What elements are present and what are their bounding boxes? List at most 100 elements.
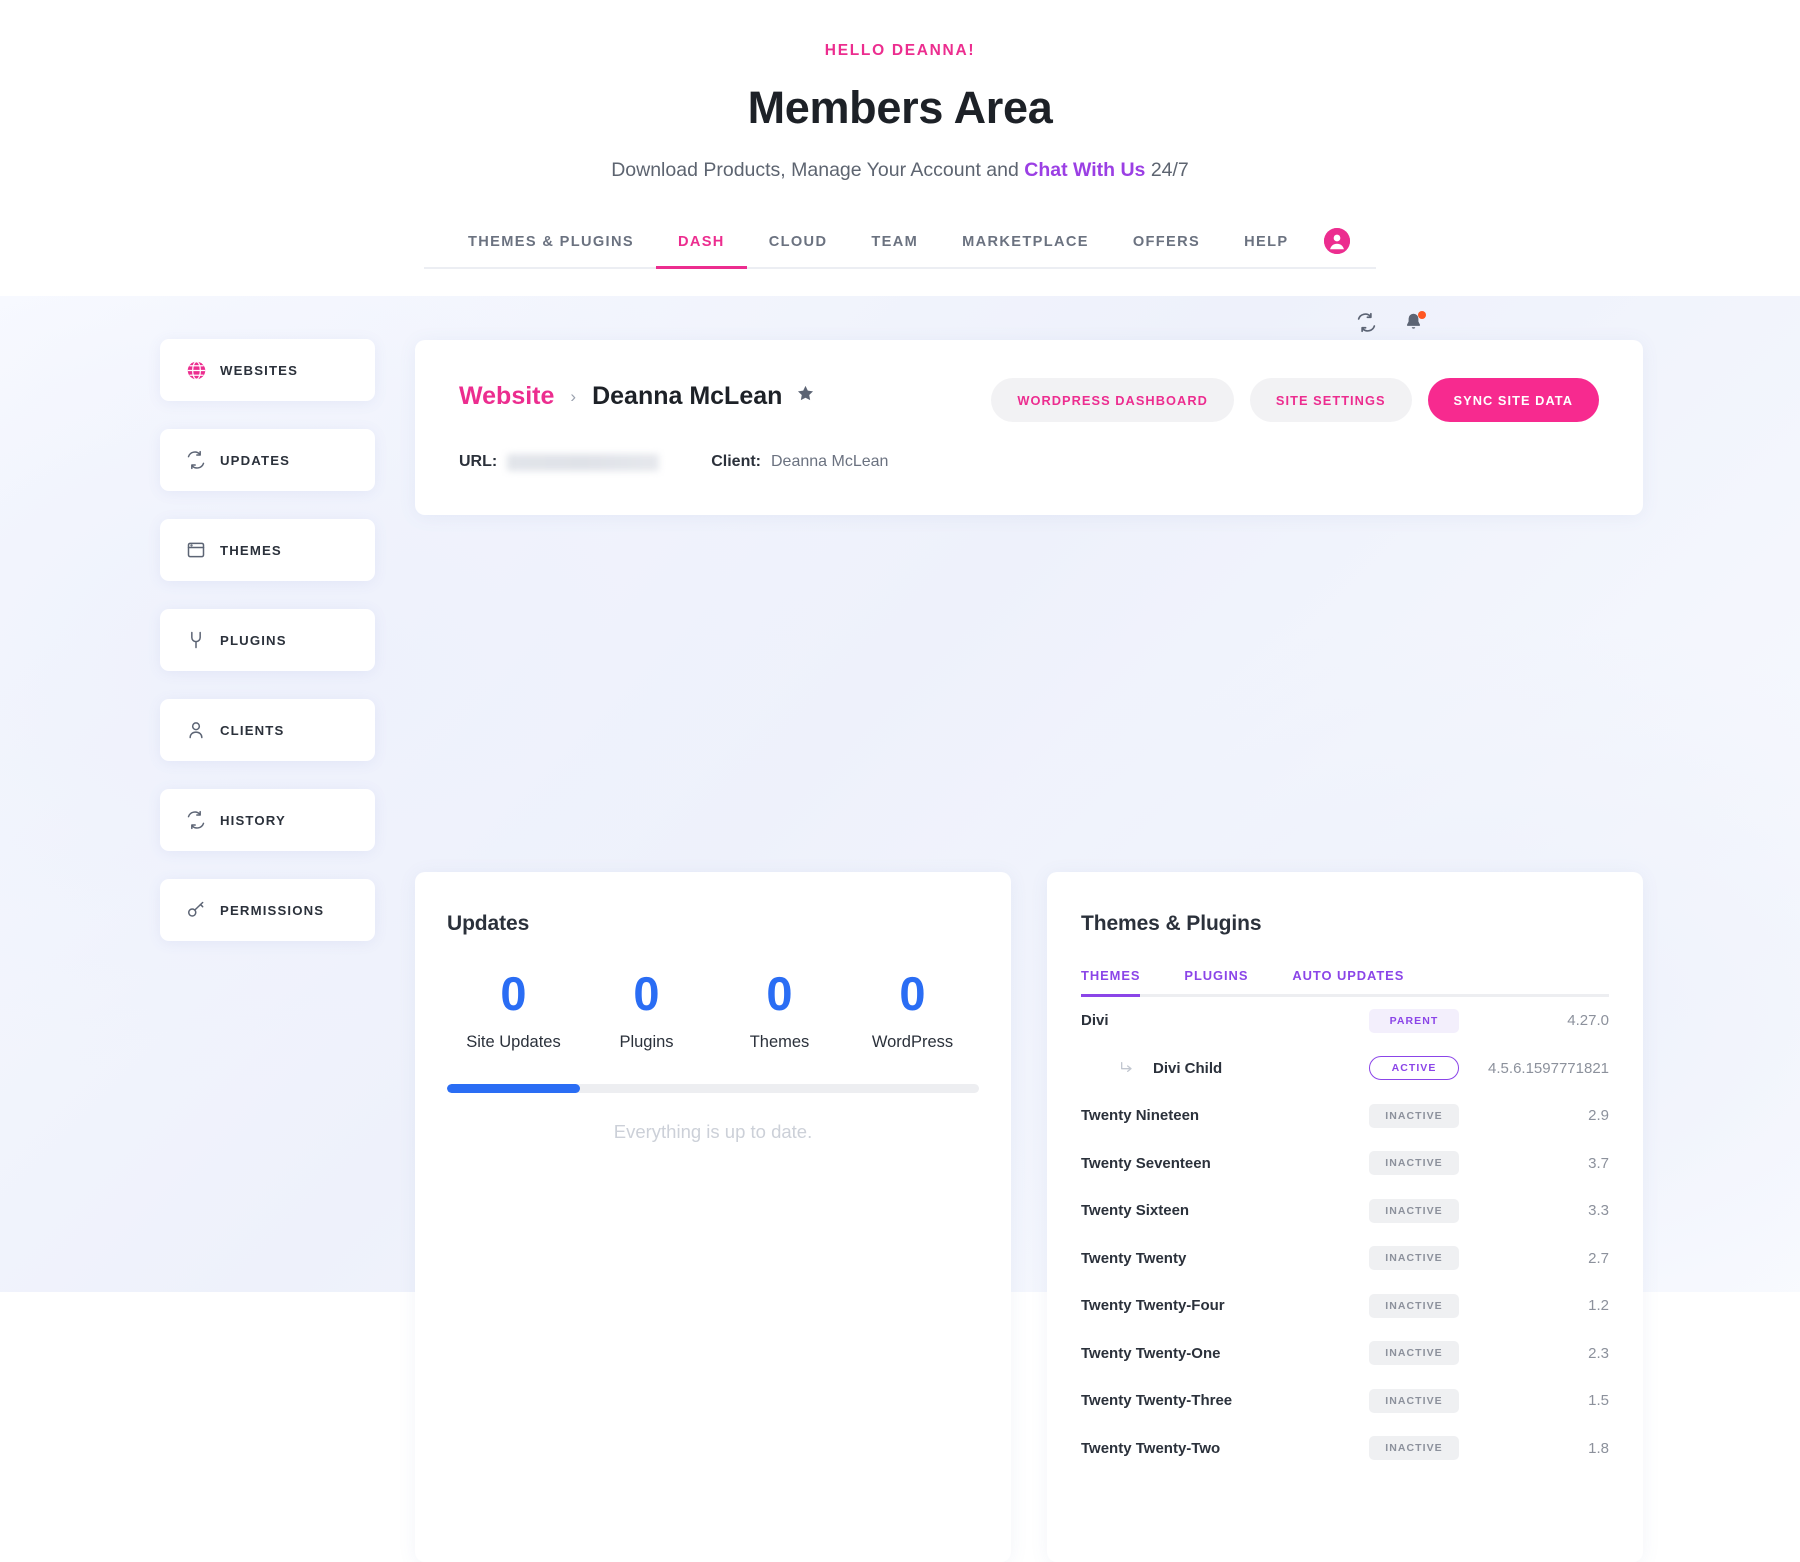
- globe-icon: [186, 360, 220, 381]
- sidebar-item-clients[interactable]: CLIENTS: [160, 699, 375, 761]
- tab-themes[interactable]: THEMES: [1081, 968, 1162, 994]
- theme-row[interactable]: Twenty Twenty-OneINACTIVE2.3: [1081, 1330, 1609, 1378]
- nav-tab-dash[interactable]: DASH: [656, 234, 747, 267]
- status-badge: INACTIVE: [1369, 1294, 1459, 1318]
- wordpress-dashboard-button[interactable]: WORDPRESS DASHBOARD: [991, 378, 1234, 422]
- dashboard-area: WEBSITESUPDATESTHEMESPLUGINSCLIENTSHISTO…: [0, 296, 1800, 1292]
- theme-row[interactable]: DiviPARENT4.27.0: [1081, 997, 1609, 1045]
- theme-row[interactable]: Twenty Twenty-TwoINACTIVE1.8: [1081, 1425, 1609, 1473]
- nav-tab-cloud[interactable]: CLOUD: [747, 234, 850, 267]
- theme-version: 3.7: [1459, 1155, 1609, 1172]
- theme-version: 4.5.6.1597771821: [1459, 1060, 1609, 1077]
- update-stat: 0Site Updates: [447, 970, 580, 1052]
- status-badge: INACTIVE: [1369, 1246, 1459, 1270]
- themes-tab-list: THEMESPLUGINSAUTO UPDATES: [1081, 968, 1609, 997]
- theme-name: Twenty Sixteen: [1081, 1202, 1189, 1219]
- page-title: Members Area: [0, 82, 1800, 134]
- update-stat-label: Plugins: [580, 1033, 713, 1052]
- update-stat: 0WordPress: [846, 970, 979, 1052]
- update-stat-value: 0: [447, 970, 580, 1017]
- updates-card: Updates 0Site Updates0Plugins0Themes0Wor…: [415, 872, 1011, 1562]
- sidebar-item-label: PERMISSIONS: [220, 903, 324, 918]
- window-icon: [186, 540, 220, 560]
- star-icon[interactable]: [796, 384, 815, 409]
- nav-tab-marketplace[interactable]: MARKETPLACE: [940, 234, 1111, 267]
- account-circle-icon[interactable]: [1324, 228, 1350, 254]
- breadcrumb-root-link[interactable]: Website: [459, 382, 554, 411]
- theme-version: 2.9: [1459, 1107, 1609, 1124]
- sidebar-item-plugins[interactable]: PLUGINS: [160, 609, 375, 671]
- dashboard-toolbar: [1356, 312, 1424, 333]
- page-hero: HELLO DEANNA! Members Area Download Prod…: [0, 0, 1800, 182]
- theme-row[interactable]: Twenty Twenty-ThreeINACTIVE1.5: [1081, 1377, 1609, 1425]
- tab-auto-updates[interactable]: AUTO UPDATES: [1270, 968, 1426, 994]
- theme-name: Twenty Twenty-Three: [1081, 1392, 1232, 1409]
- updates-progress-bar: [447, 1084, 979, 1093]
- theme-name: Twenty Nineteen: [1081, 1107, 1199, 1124]
- child-arrow-icon: [1119, 1060, 1135, 1076]
- sidebar-item-websites[interactable]: WEBSITES: [160, 339, 375, 401]
- tab-plugins[interactable]: PLUGINS: [1162, 968, 1270, 994]
- nav-tab-offers[interactable]: OFFERS: [1111, 234, 1222, 267]
- url-label: URL:: [459, 453, 497, 471]
- status-badge: INACTIVE: [1369, 1151, 1459, 1175]
- theme-row[interactable]: Twenty Twenty-FourINACTIVE1.2: [1081, 1282, 1609, 1330]
- theme-version: 1.8: [1459, 1440, 1609, 1457]
- theme-version: 2.3: [1459, 1345, 1609, 1362]
- theme-row[interactable]: Twenty Seventeen INACTIVE3.7: [1081, 1140, 1609, 1188]
- sidebar-item-label: THEMES: [220, 543, 282, 558]
- theme-name-cell: Twenty Sixteen: [1081, 1202, 1369, 1219]
- update-stat: 0Plugins: [580, 970, 713, 1052]
- sidebar-item-updates[interactable]: UPDATES: [160, 429, 375, 491]
- update-stat-label: WordPress: [846, 1033, 979, 1052]
- nav-tab-themes-plugins[interactable]: THEMES & PLUGINS: [446, 234, 656, 267]
- sidebar-item-label: PLUGINS: [220, 633, 287, 648]
- members-area-page: HELLO DEANNA! Members Area Download Prod…: [0, 0, 1800, 1292]
- theme-name: Divi Child: [1153, 1060, 1222, 1077]
- client-value: Deanna McLean: [771, 453, 888, 471]
- theme-name-cell: Divi: [1081, 1012, 1369, 1029]
- theme-name: Twenty Seventeen: [1081, 1155, 1211, 1172]
- client-label: Client:: [711, 453, 761, 471]
- theme-name: Divi: [1081, 1012, 1109, 1029]
- sync-site-data-button[interactable]: SYNC SITE DATA: [1428, 378, 1599, 422]
- updates-stats-row: 0Site Updates0Plugins0Themes0WordPress: [447, 970, 979, 1052]
- nav-tab-list: THEMES & PLUGINSDASHCLOUDTEAMMARKETPLACE…: [424, 228, 1376, 269]
- sidebar-item-themes[interactable]: THEMES: [160, 519, 375, 581]
- theme-row[interactable]: Divi ChildACTIVE4.5.6.1597771821: [1081, 1045, 1609, 1093]
- sidebar-item-label: HISTORY: [220, 813, 286, 828]
- nav-tab-team[interactable]: TEAM: [849, 234, 940, 267]
- theme-name-cell: Twenty Twenty-Four: [1081, 1297, 1369, 1314]
- refresh-icon[interactable]: [1356, 312, 1377, 333]
- site-header-card: Website › Deanna McLean WORDPRESS DASHBO…: [415, 340, 1643, 515]
- nav-tab-help[interactable]: HELP: [1222, 234, 1310, 267]
- refresh-icon: [186, 810, 220, 830]
- main-navigation: THEMES & PLUGINSDASHCLOUDTEAMMARKETPLACE…: [0, 228, 1800, 269]
- theme-row[interactable]: Twenty TwentyINACTIVE2.7: [1081, 1235, 1609, 1283]
- chat-with-us-link[interactable]: Chat With Us: [1024, 159, 1145, 181]
- theme-row[interactable]: Twenty NineteenINACTIVE2.9: [1081, 1092, 1609, 1140]
- site-action-buttons: WORDPRESS DASHBOARD SITE SETTINGS SYNC SIT…: [991, 378, 1599, 422]
- status-badge: INACTIVE: [1369, 1199, 1459, 1223]
- site-settings-button[interactable]: SITE SETTINGS: [1250, 378, 1412, 422]
- page-subtitle: Download Products, Manage Your Account a…: [0, 159, 1800, 182]
- status-badge: INACTIVE: [1369, 1436, 1459, 1460]
- notification-badge-dot: [1418, 311, 1426, 319]
- status-badge: INACTIVE: [1369, 1341, 1459, 1365]
- key-icon: [186, 900, 220, 920]
- site-meta-row: URL: Client: Deanna McLean: [459, 453, 1599, 471]
- theme-version: 2.7: [1459, 1250, 1609, 1267]
- theme-name-cell: Twenty Nineteen: [1081, 1107, 1369, 1124]
- theme-name: Twenty Twenty-Four: [1081, 1297, 1225, 1314]
- theme-name-cell: Twenty Twenty: [1081, 1250, 1369, 1267]
- bell-icon[interactable]: [1403, 312, 1424, 333]
- theme-row[interactable]: Twenty SixteenINACTIVE3.3: [1081, 1187, 1609, 1235]
- sidebar-item-permissions[interactable]: PERMISSIONS: [160, 879, 375, 941]
- theme-version: 1.5: [1459, 1392, 1609, 1409]
- url-value-redacted: [507, 454, 659, 471]
- updates-card-title: Updates: [447, 912, 979, 936]
- updates-progress-fill: [447, 1084, 580, 1093]
- sidebar-item-history[interactable]: HISTORY: [160, 789, 375, 851]
- breadcrumb-separator-icon: ›: [570, 387, 576, 407]
- greeting-text: HELLO DEANNA!: [0, 42, 1800, 60]
